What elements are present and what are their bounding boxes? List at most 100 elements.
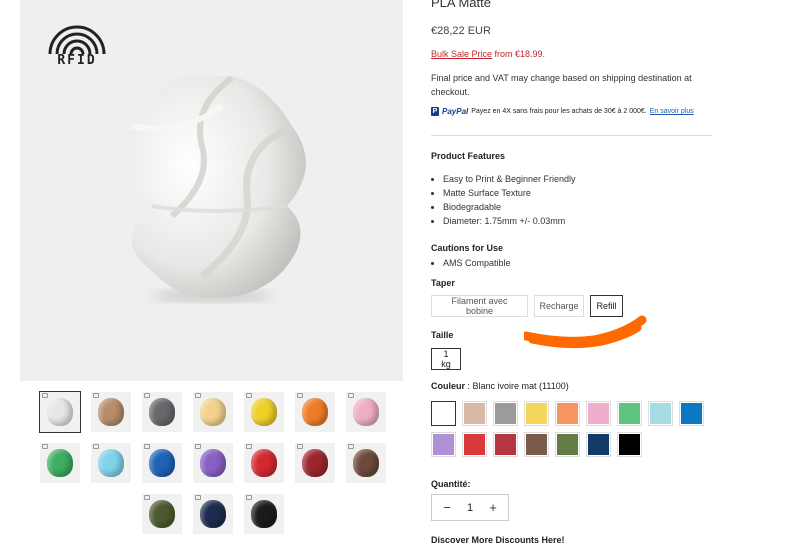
thumbnail-6[interactable] [295, 392, 335, 432]
thumbnail-11[interactable] [193, 443, 233, 483]
thumbnail-3[interactable] [142, 392, 182, 432]
rfid-tag-icon [195, 444, 201, 449]
product-features-heading: Product Features [431, 151, 506, 161]
paypal-icon: P [431, 107, 439, 116]
rfid-tag-icon [195, 495, 201, 500]
rfid-tag-icon [93, 444, 99, 449]
quantity-label: Quantité: [431, 479, 471, 489]
color-swatch[interactable] [525, 433, 548, 456]
list-item: Diameter: 1.75mm +/- 0.03mm [443, 214, 576, 228]
taper-option-filament-avec-bobine[interactable]: Filament avec bobine [431, 295, 528, 317]
thumbnail-2[interactable] [91, 392, 131, 432]
color-swatch[interactable] [556, 402, 579, 425]
thumbnail-vase-image [251, 398, 277, 426]
color-swatch[interactable] [680, 402, 703, 425]
quantity-increase-button[interactable]: + [487, 500, 499, 515]
thumbnail-vase-image [149, 398, 175, 426]
thumbnail-13[interactable] [295, 443, 335, 483]
couleur-label-row: Couleur : Blanc ivoire mat (11100) [431, 381, 569, 391]
taper-label: Taper [431, 278, 455, 288]
list-item: Matte Surface Texture [443, 186, 576, 200]
divider [431, 135, 712, 136]
thumbnail-7[interactable] [346, 392, 386, 432]
thumbnail-vase-image [302, 449, 328, 477]
thumbnail-vase-image [353, 398, 379, 426]
list-item: Biodegradable [443, 200, 576, 214]
thumbnail-17[interactable] [244, 494, 284, 534]
paypal-learn-more-link[interactable]: En savoir plus [650, 108, 694, 115]
thumbnail-8[interactable] [40, 443, 80, 483]
rfid-tag-icon [297, 444, 303, 449]
thumbnail-9[interactable] [91, 443, 131, 483]
taille-option-1kg[interactable]: 1 kg [431, 348, 461, 370]
couleur-label: Couleur [431, 381, 466, 391]
paypal-text: Payez en 4X sans frais pour les achats d… [471, 108, 647, 115]
thumbnail-vase-image [302, 398, 328, 426]
rfid-tag-icon [42, 393, 48, 398]
paypal-message: P PayPal Payez en 4X sans frais pour les… [431, 107, 694, 116]
thumbnail-12[interactable] [244, 443, 284, 483]
color-swatch[interactable] [525, 402, 548, 425]
rfid-tag-icon [246, 444, 252, 449]
discounts-link[interactable]: Discover More Discounts Here! [431, 535, 565, 545]
orange-annotation-scribble [524, 315, 647, 349]
product-price: €28,22 EUR [431, 25, 491, 37]
bulk-sale-from-text: from €18.99. [492, 49, 546, 59]
color-swatch[interactable] [494, 402, 517, 425]
rfid-tag-icon [144, 393, 150, 398]
thumbnail-vase-image [251, 449, 277, 477]
thumbnail-10[interactable] [142, 443, 182, 483]
bulk-sale-link[interactable]: Bulk Sale Price [431, 49, 492, 59]
thumbnail-vase-image [200, 500, 226, 528]
thumbnail-vase-image [98, 398, 124, 426]
product-title: PLA Matte [431, 0, 491, 10]
thumbnail-5[interactable] [244, 392, 284, 432]
thumbnail-vase-image [149, 449, 175, 477]
color-swatch[interactable] [618, 402, 641, 425]
vase-product-photo [125, 75, 306, 302]
rfid-tag-icon [195, 393, 201, 398]
thumbnail-16[interactable] [193, 494, 233, 534]
bulk-sale-price: Bulk Sale Price from €18.99. [431, 49, 545, 59]
color-swatch[interactable] [463, 433, 486, 456]
thumbnail-vase-image [47, 398, 73, 426]
thumbnail-4[interactable] [193, 392, 233, 432]
thumbnail-vase-image [98, 449, 124, 477]
quantity-value[interactable]: 1 [467, 502, 473, 514]
color-swatch[interactable] [649, 402, 672, 425]
thumbnail-vase-image [47, 449, 73, 477]
color-swatch[interactable] [556, 433, 579, 456]
rfid-tag-icon [348, 444, 354, 449]
rfid-tag-icon [297, 393, 303, 398]
thumbnail-vase-image [149, 500, 175, 528]
thumbnail-vase-image [200, 398, 226, 426]
cautions-heading: Cautions for Use [431, 243, 504, 253]
color-swatch[interactable] [494, 433, 517, 456]
rfid-tag-icon [246, 393, 252, 398]
rfid-tag-icon [348, 393, 354, 398]
color-swatch[interactable] [432, 402, 455, 425]
thumbnail-vase-image [353, 449, 379, 477]
product-features-list: Easy to Print & Beginner Friendly Matte … [443, 172, 576, 228]
quantity-stepper: − 1 + [431, 494, 509, 521]
paypal-logo: PayPal [442, 107, 469, 116]
color-swatch[interactable] [587, 433, 610, 456]
color-swatch[interactable] [587, 402, 610, 425]
rfid-tag-icon [144, 444, 150, 449]
main-product-image[interactable]: RFID [20, 0, 403, 381]
color-swatch[interactable] [463, 402, 486, 425]
quantity-decrease-button[interactable]: − [441, 500, 453, 515]
vat-note: Final price and VAT may change based on … [431, 73, 692, 98]
rfid-tag-icon [246, 495, 252, 500]
rfid-tag-icon [93, 393, 99, 398]
couleur-value: : Blanc ivoire mat (11100) [465, 381, 569, 391]
color-swatch[interactable] [432, 433, 455, 456]
thumbnail-1[interactable] [39, 391, 81, 433]
color-swatch[interactable] [618, 433, 641, 456]
thumbnail-15[interactable] [142, 494, 182, 534]
rfid-tag-icon [144, 495, 150, 500]
list-item: AMS Compatible [443, 256, 511, 270]
thumbnail-vase-image [200, 449, 226, 477]
thumbnail-14[interactable] [346, 443, 386, 483]
list-item: Easy to Print & Beginner Friendly [443, 172, 576, 186]
